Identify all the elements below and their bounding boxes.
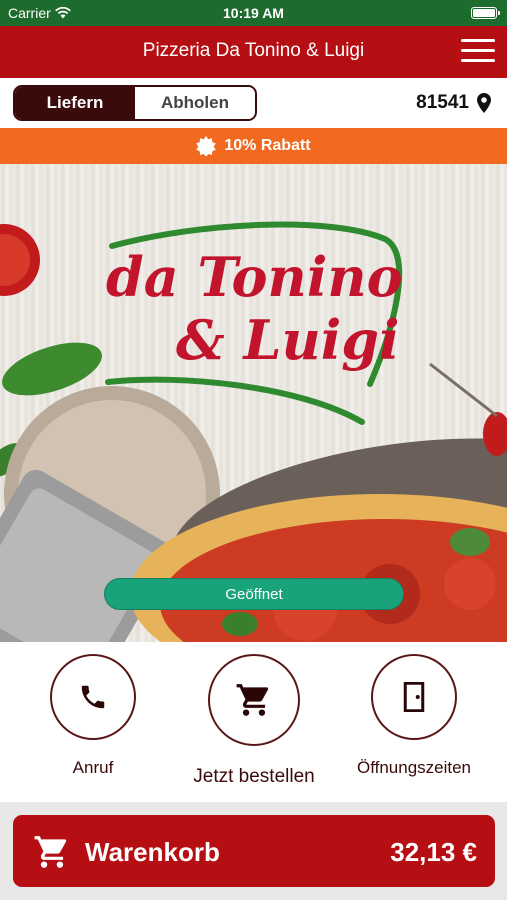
quick-actions: Anruf Jetzt bestellen Öffnungszeiten bbox=[0, 642, 507, 802]
logo-line-1: da Tonino bbox=[106, 245, 403, 309]
hero-illustration: da Tonino & Luigi bbox=[0, 221, 507, 642]
cart-button[interactable]: Warenkorb 32,13 € bbox=[13, 815, 495, 887]
discount-badge-icon bbox=[196, 136, 217, 156]
battery-icon bbox=[471, 7, 500, 19]
opening-hours-button[interactable]: Öffnungszeiten bbox=[357, 654, 471, 778]
page-title: Pizzeria Da Tonino & Luigi bbox=[142, 40, 365, 61]
hero-banner: da Tonino & Luigi Geöffnet bbox=[0, 164, 507, 642]
deliver-tab[interactable]: Liefern bbox=[15, 87, 135, 119]
status-bar: Carrier 10:19 AM bbox=[0, 0, 507, 26]
call-button[interactable]: Anruf bbox=[50, 654, 136, 778]
hamburger-menu-icon[interactable] bbox=[461, 39, 495, 65]
clock: 10:19 AM bbox=[223, 5, 284, 21]
opening-hours-label: Öffnungszeiten bbox=[356, 758, 472, 777]
call-label: Anruf bbox=[72, 758, 114, 777]
order-now-label: Jetzt bestellen bbox=[193, 766, 315, 787]
order-circle bbox=[208, 654, 300, 746]
order-mode-row: Liefern Abholen 81541 bbox=[0, 78, 507, 128]
pickup-tab[interactable]: Abholen bbox=[135, 87, 255, 119]
postcode-label: 81541 bbox=[416, 92, 469, 113]
app-header: Pizzeria Da Tonino & Luigi bbox=[0, 26, 507, 78]
order-mode-toggle: Liefern Abholen bbox=[13, 85, 257, 121]
phone-icon bbox=[81, 685, 105, 709]
location-pin-icon bbox=[477, 93, 491, 113]
location-selector[interactable]: 81541 bbox=[416, 92, 491, 114]
cart-total: 32,13 € bbox=[390, 837, 477, 867]
cart-label: Warenkorb bbox=[85, 837, 220, 867]
open-status-badge: Geöffnet bbox=[104, 578, 404, 610]
call-circle bbox=[50, 654, 136, 740]
order-now-button[interactable]: Jetzt bestellen bbox=[193, 654, 315, 788]
door-icon bbox=[403, 682, 425, 712]
logo-line-2: & Luigi bbox=[176, 308, 400, 372]
cart-bar-icon bbox=[34, 836, 67, 868]
opening-hours-circle bbox=[371, 654, 457, 740]
cart-icon bbox=[236, 684, 269, 716]
discount-label: 10% Rabatt bbox=[224, 137, 311, 154]
discount-banner[interactable]: 10% Rabatt bbox=[0, 128, 507, 164]
